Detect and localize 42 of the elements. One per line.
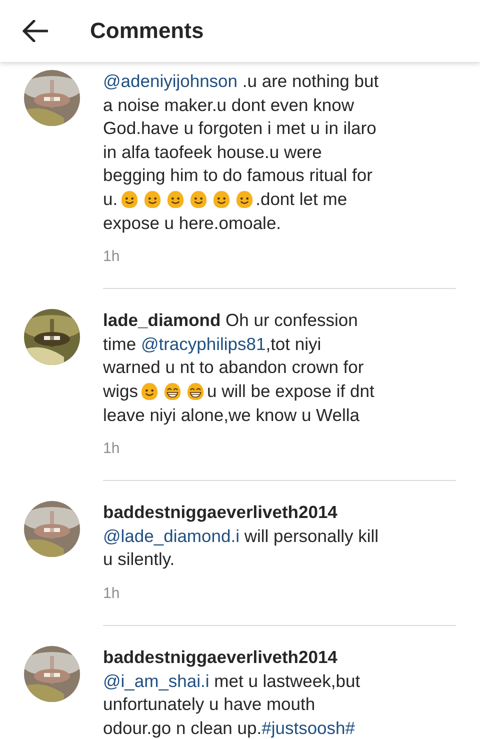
comment-text: ,tot niyi — [266, 332, 322, 356]
mention-link[interactable]: @lade_diamond.i — [103, 524, 240, 548]
comment-text: .dont let me — [256, 188, 348, 211]
grinning-emoji-icon — [163, 382, 182, 402]
comment-time: 1h — [103, 584, 120, 602]
mention-link[interactable]: @tracyphilips81 — [140, 332, 266, 356]
smiling-emoji-icon — [142, 190, 162, 210]
comment-text: leave niyi alone,we know u Wella — [103, 404, 360, 427]
mention-link[interactable]: #justsoosh# — [262, 716, 356, 739]
username[interactable]: baddestniggaeverliveth2014 — [103, 646, 338, 670]
comment-text: unfortunately u have mouth — [103, 693, 316, 716]
comment-text: in alfa taofeek house.u were — [103, 140, 322, 164]
comment-text: expose u here.omoale. — [103, 212, 282, 235]
comment-text: begging him to do famous ritual for — [103, 164, 372, 188]
username[interactable]: lade_diamond — [103, 309, 221, 333]
smiling-emoji-icon — [166, 190, 185, 210]
comment-text: wigs — [103, 380, 138, 403]
comment-text: will personally kill — [243, 524, 379, 548]
comment-text: u will be expose if dnt — [207, 380, 374, 403]
comment-text: .u are nothing but — [241, 70, 379, 93]
smiling-emoji-icon — [234, 190, 254, 210]
comment-text: odour.go n clean up. — [103, 716, 262, 739]
smiling-emoji-icon — [120, 190, 139, 210]
comment-text: a noise maker.u dont even know — [103, 94, 354, 117]
screen-title: Comments — [90, 18, 204, 44]
comment-time: 1h — [103, 440, 120, 458]
comment-text: u. — [103, 188, 118, 211]
comment-text: time — [103, 332, 138, 356]
comment-text: God.have u forgoten i met u in ilaro — [103, 117, 376, 140]
smiling-emoji-icon — [140, 382, 160, 402]
back-arrow-icon[interactable] — [22, 20, 48, 42]
comment-time: 1h — [103, 248, 120, 266]
username[interactable]: baddestniggaeverliveth2014 — [103, 501, 338, 525]
comment-text: u silently. — [103, 548, 175, 572]
comment-text: warned u nt to abandon crown for — [103, 356, 364, 380]
smiling-emoji-icon — [188, 190, 208, 210]
comment-text: Oh ur confession — [224, 309, 358, 332]
comment-text: met u lastweek,but — [213, 670, 360, 692]
mention-link[interactable]: @i_am_shai.i — [103, 670, 210, 694]
mention-link[interactable]: @adeniyijohnson — [103, 70, 238, 94]
smiling-emoji-icon — [212, 190, 231, 210]
grinning-emoji-icon — [186, 382, 206, 402]
